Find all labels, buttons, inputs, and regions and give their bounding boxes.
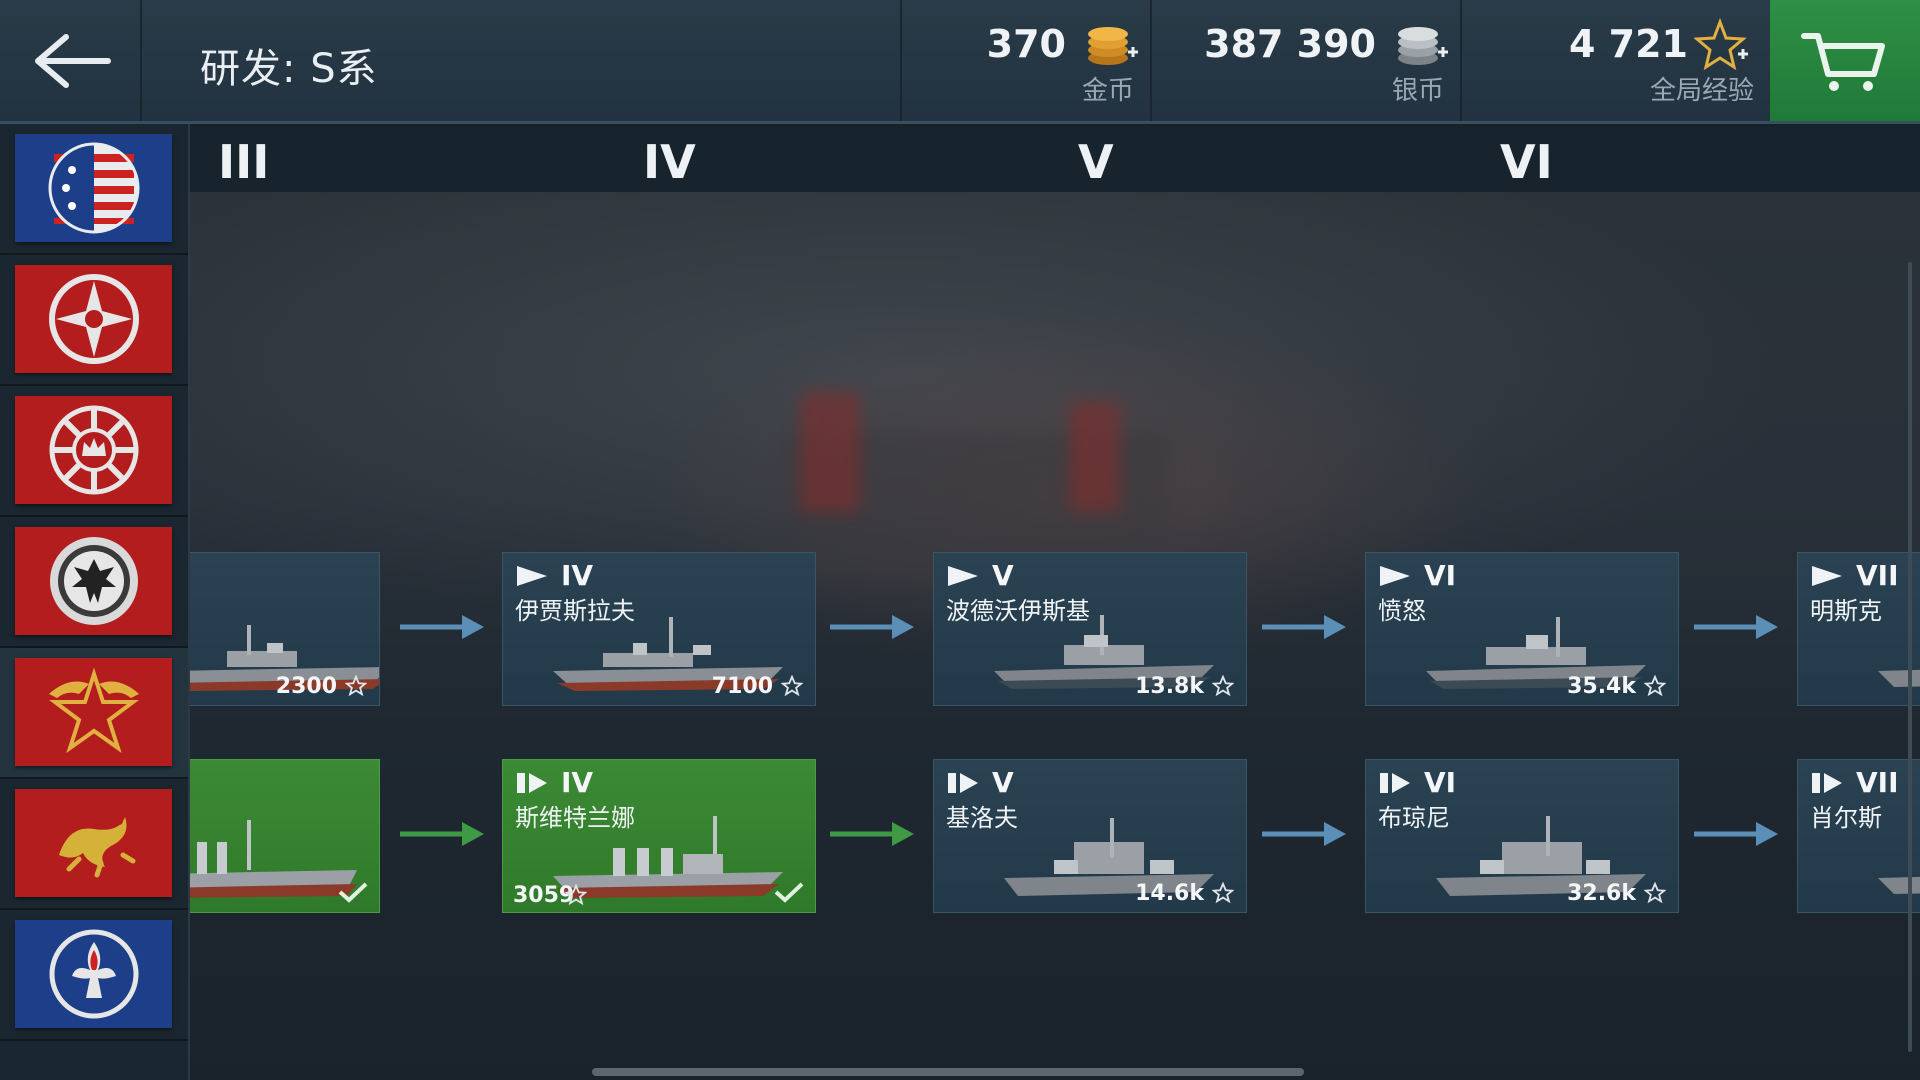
gold-counter[interactable]: 370 金币 <box>900 0 1150 121</box>
destroyer-class-icon <box>1380 566 1410 586</box>
silver-counter[interactable]: 387 390 银币 <box>1150 0 1460 121</box>
progress-arrow <box>830 822 914 846</box>
tier-label-5: V <box>1078 135 1114 189</box>
free-xp-label: 全局经验 <box>1649 76 1754 106</box>
ussr-flag-icon <box>15 658 172 766</box>
nation-china[interactable] <box>0 779 188 910</box>
nation-usa[interactable] <box>0 124 188 255</box>
cart-icon <box>1801 32 1885 91</box>
progress-arrow <box>400 615 484 639</box>
destroyer-class-icon <box>948 566 978 586</box>
usa-flag-icon <box>15 134 172 242</box>
researched-check-icon <box>338 882 368 903</box>
shop-button[interactable] <box>1770 0 1920 121</box>
xp-star-icon <box>565 884 587 906</box>
nation-germany[interactable] <box>0 517 188 648</box>
gold-label: 金币 <box>1081 76 1134 106</box>
nation-uk[interactable] <box>0 386 188 517</box>
nation-france[interactable] <box>0 910 188 1041</box>
xp-star-icon <box>1644 675 1666 697</box>
ship-card-gnevny[interactable]: VI 愤怒 35.4k <box>1365 552 1679 706</box>
xp-star-icon <box>1212 675 1234 697</box>
progress-arrow <box>400 822 484 846</box>
ship-tier: VI <box>1424 766 1457 799</box>
xp-star-icon <box>1644 882 1666 904</box>
nation-japan[interactable] <box>0 255 188 386</box>
xp-star-icon <box>781 675 803 697</box>
tier-label-4: IV <box>643 135 696 189</box>
ship-card-svetlana[interactable]: IV 斯维特兰娜 3059 <box>502 759 816 913</box>
gold-value: 370 <box>986 22 1066 66</box>
ship-card-shchors[interactable]: VII 肖尔斯 <box>1797 759 1920 913</box>
china-flag-icon <box>15 789 172 897</box>
uk-flag-icon <box>15 396 172 504</box>
ship-tier: V <box>992 559 1014 592</box>
free-xp-counter[interactable]: 4 721 全局经验 <box>1460 0 1772 121</box>
free-xp-value: 4 721 <box>1569 22 1688 66</box>
background-ship-detail-2 <box>1070 402 1120 512</box>
destroyer-class-icon <box>1812 566 1842 586</box>
ship-tier: IV <box>561 766 594 799</box>
nation-ussr[interactable] <box>0 648 188 779</box>
gold-coins-icon <box>1088 27 1138 65</box>
ship-card-budyonny[interactable]: VI 布琼尼 32.6k <box>1365 759 1679 913</box>
tier-header: III IV V VI <box>190 127 1920 192</box>
nation-sidebar <box>0 124 190 1080</box>
research-cost: 35.4k <box>1567 674 1636 699</box>
france-flag-icon <box>15 920 172 1028</box>
cruiser-class-icon <box>948 773 978 793</box>
silver-value: 387 390 <box>1204 22 1376 66</box>
vertical-scrollbar[interactable] <box>1908 262 1912 1052</box>
cruiser-class-icon <box>1380 773 1410 793</box>
xp-star-icon <box>345 675 367 697</box>
research-cost: 32.6k <box>1567 881 1636 906</box>
cruiser-class-icon <box>517 773 547 793</box>
progress-arrow <box>1262 615 1346 639</box>
xp-star-icon <box>1212 882 1234 904</box>
back-arrow-icon <box>35 33 111 88</box>
tier-label-6: VI <box>1500 135 1553 189</box>
ship-tier: IV <box>561 559 594 592</box>
progress-arrow <box>1262 822 1346 846</box>
destroyer-class-icon <box>517 566 547 586</box>
researched-check-icon <box>774 882 804 903</box>
tech-tree-screen: 研发: S系 370 金币 387 390 银币 4 721 全局经验 III … <box>0 0 1920 1080</box>
background-ship-detail <box>800 392 860 512</box>
germany-flag-icon <box>15 527 172 635</box>
back-button[interactable] <box>0 0 142 121</box>
ship-tier: VI <box>1424 559 1457 592</box>
free-xp-star-icon <box>1694 18 1748 71</box>
progress-arrow <box>1694 822 1778 846</box>
ship-card-izyaslav[interactable]: IV 伊贾斯拉夫 7100 <box>502 552 816 706</box>
progress-arrow <box>1694 615 1778 639</box>
japan-flag-icon <box>15 265 172 373</box>
ship-tier: VII <box>1856 766 1899 799</box>
research-cost: 13.8k <box>1135 674 1204 699</box>
silver-label: 银币 <box>1391 76 1444 106</box>
tier-label-3: III <box>218 135 270 189</box>
silver-coins-icon <box>1398 27 1448 65</box>
ship-card-row2-tier3[interactable] <box>190 759 380 913</box>
tech-tree[interactable]: 2300 IV 伊贾斯拉夫 7100 V 波德沃伊斯基 13.8k VI 愤怒 <box>190 192 1920 1080</box>
ship-card-podvoisky[interactable]: V 波德沃伊斯基 13.8k <box>933 552 1247 706</box>
page-title: 研发: S系 <box>200 46 378 92</box>
research-cost: 7100 <box>711 674 773 699</box>
horizontal-scrollbar[interactable] <box>592 1068 1304 1076</box>
ship-tier: VII <box>1856 559 1899 592</box>
ship-card-kirov[interactable]: V 基洛夫 14.6k <box>933 759 1247 913</box>
ship-card-minsk[interactable]: VII 明斯克 <box>1797 552 1920 706</box>
research-cost: 2300 <box>275 674 337 699</box>
cruiser-class-icon <box>1812 773 1842 793</box>
progress-arrow <box>830 615 914 639</box>
top-bar: 研发: S系 370 金币 387 390 银币 4 721 全局经验 <box>0 0 1920 124</box>
research-cost: 14.6k <box>1135 881 1204 906</box>
ship-card-row1-tier3[interactable]: 2300 <box>190 552 380 706</box>
ship-tier: V <box>992 766 1014 799</box>
